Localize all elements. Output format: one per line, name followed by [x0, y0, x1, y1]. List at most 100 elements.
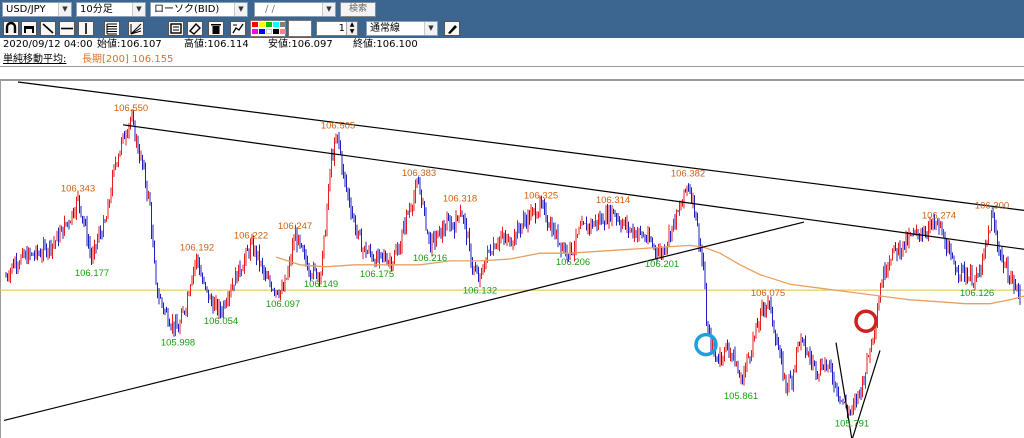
price-labels-group: 106.550 106.343 106.505 106.383 106.318 106.3… — [61, 103, 1009, 429]
palette-swatch[interactable] — [252, 22, 258, 27]
fibonacci-fan-icon — [130, 23, 142, 35]
timeframe-select[interactable]: 10分足 ▼ — [76, 2, 146, 17]
ohlc-info-bar: 2020/09/12 04:00 始値:106.107 高値:106.114 安… — [0, 38, 1024, 52]
low-price-label: 106.126 — [960, 288, 994, 299]
info-datetime: 2020/09/12 04:00 — [3, 39, 93, 50]
markers-group — [694, 309, 878, 357]
trend-line — [3, 221, 805, 422]
low-price-label: 106.177 — [75, 268, 109, 279]
low-price-label: 105.791 — [835, 418, 869, 429]
high-price-label: 106.300 — [975, 200, 1009, 211]
palette-swatch[interactable] — [273, 22, 279, 27]
pen-tool-button[interactable] — [444, 21, 460, 36]
pen-icon — [448, 25, 457, 34]
top-toolbar: USD/JPY ▼ 10分足 ▼ ローソク(BID) ▼ / / ▼ 検索 — [0, 0, 1024, 19]
palette-swatch[interactable] — [259, 29, 265, 34]
color-preview[interactable] — [288, 20, 312, 37]
magnet-tool-button[interactable] — [3, 21, 19, 36]
high-price-label: 106.505 — [321, 121, 355, 132]
high-price-label: 106.247 — [278, 221, 312, 232]
info-high: 高値:106.114 — [184, 39, 249, 50]
horizontal-segment-icon — [24, 26, 34, 33]
trend-line-tool-button[interactable] — [40, 21, 56, 36]
low-price-label: 106.149 — [304, 279, 338, 290]
high-price-label: 106.550 — [114, 103, 148, 114]
palette-swatch[interactable] — [259, 22, 265, 27]
info-low: 安値:106.097 — [268, 39, 333, 50]
color-palette[interactable] — [250, 20, 286, 37]
line-style-select[interactable]: 通常線 ▼ — [366, 21, 438, 36]
eraser-icon — [188, 22, 201, 35]
high-price-label: 106.343 — [61, 184, 95, 195]
palette-swatch[interactable] — [266, 22, 272, 27]
line-width-stepper[interactable]: 1 ▲ ▼ — [316, 21, 358, 36]
chevron-down-icon: ▼ — [234, 3, 247, 16]
chart-type-select[interactable]: ローソク(BID) ▼ — [150, 2, 248, 17]
text-tool-button[interactable] — [168, 21, 184, 36]
high-price-label: 106.192 — [180, 242, 214, 253]
symbol-select-value: USD/JPY — [6, 4, 46, 15]
horizontal-line-tool-button[interactable] — [59, 21, 75, 36]
chevron-down-icon: ▼ — [132, 3, 145, 16]
palette-swatch[interactable] — [266, 29, 272, 34]
vertical-line-icon — [85, 23, 87, 34]
low-price-label: 106.216 — [413, 253, 447, 264]
palette-swatch[interactable] — [280, 22, 286, 27]
palette-swatch[interactable] — [280, 29, 286, 34]
drawing-toolbar — [0, 19, 1024, 38]
trend-line — [17, 81, 1024, 211]
timeframe-select-value: 10分足 — [80, 4, 113, 15]
low-price-label: 105.998 — [161, 338, 195, 349]
low-price-label: 106.132 — [463, 286, 497, 297]
chevron-down-icon: ▼ — [322, 3, 335, 16]
ma-value: 長期[200] 106.155 — [82, 54, 174, 65]
fibonacci-fan-tool-button[interactable] — [128, 21, 144, 36]
line-width-value: 1 — [338, 23, 345, 34]
trend-line-icon — [42, 23, 54, 34]
toggle-tools-button[interactable] — [230, 21, 246, 36]
chart-application: USD/JPY ▼ 10分足 ▼ ローソク(BID) ▼ / / ▼ 検索 1 … — [0, 0, 1024, 438]
info-open: 始値:106.107 — [97, 39, 162, 50]
line-style-select-value: 通常線 — [370, 23, 400, 34]
palette-swatch[interactable] — [273, 29, 279, 34]
symbol-select[interactable]: USD/JPY ▼ — [2, 2, 72, 17]
high-price-label: 106.382 — [671, 168, 705, 179]
red-circle-marker — [854, 309, 878, 333]
trash-icon — [211, 24, 221, 34]
high-price-label: 106.075 — [751, 288, 785, 299]
ma-label: 単純移動平均: — [3, 54, 67, 65]
search-button[interactable]: 検索 — [340, 2, 376, 17]
high-price-label: 106.314 — [596, 195, 630, 206]
price-chart[interactable]: 106.550 106.343 106.505 106.383 106.318 106.3… — [0, 80, 1024, 438]
fibonacci-retracement-tool-button[interactable] — [104, 21, 120, 36]
info-close: 終値:106.100 — [353, 39, 418, 50]
palette-swatch[interactable] — [252, 29, 258, 34]
stepper-arrows-icon[interactable]: ▲ ▼ — [346, 21, 357, 35]
eraser-tool-button[interactable] — [187, 21, 203, 36]
vertical-line-tool-button[interactable] — [78, 21, 94, 36]
low-price-label: 106.097 — [266, 299, 300, 310]
high-price-label: 106.274 — [922, 210, 956, 221]
candles-group — [5, 108, 1021, 419]
high-price-label: 106.383 — [402, 168, 436, 179]
chevron-down-icon: ▼ — [424, 22, 437, 35]
low-price-label: 106.054 — [204, 316, 238, 327]
chart-type-select-value: ローソク(BID) — [154, 4, 220, 15]
low-price-label: 106.206 — [556, 257, 590, 268]
horizontal-segment-tool-button[interactable] — [21, 21, 37, 36]
date-input-value: / / — [265, 4, 275, 15]
indicator-strip — [0, 67, 1024, 80]
search-button-label: 検索 — [348, 4, 367, 14]
high-price-label: 106.222 — [234, 231, 268, 242]
trash-tool-button[interactable] — [208, 21, 224, 36]
magnet-icon — [5, 22, 17, 33]
horizontal-line-icon — [61, 27, 73, 30]
high-price-label: 106.325 — [524, 191, 558, 202]
toggle-tools-icon — [232, 23, 244, 34]
fibonacci-retracement-icon — [106, 23, 117, 35]
date-input[interactable]: / / ▼ — [254, 2, 336, 17]
high-price-label: 106.318 — [443, 193, 477, 204]
chevron-down-icon: ▼ — [58, 3, 71, 16]
low-price-label: 106.175 — [360, 269, 394, 280]
moving-average-bar: 単純移動平均: 長期[200] 106.155 — [0, 52, 1024, 67]
